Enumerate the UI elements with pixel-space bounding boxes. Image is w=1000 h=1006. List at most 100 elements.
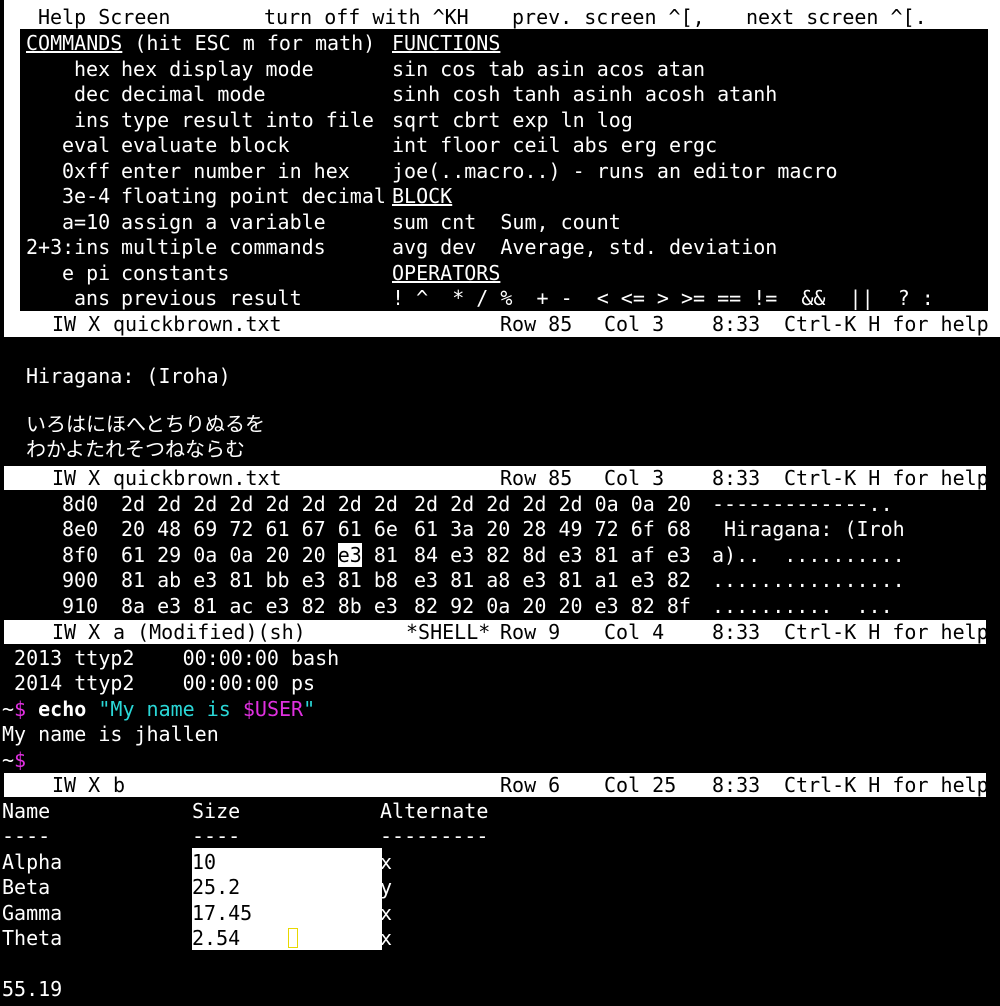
- hiragana-line-2: わかよたれそつねならむ: [26, 437, 245, 461]
- hex-ascii: .......... ...: [712, 594, 893, 618]
- hiragana-line-1: いろはにほへとちりぬるを: [26, 412, 265, 436]
- text-cursor: [288, 928, 298, 948]
- status-time: 8:33: [712, 466, 761, 490]
- function-line: sinh cosh tanh asinh acosh atanh: [392, 82, 778, 106]
- prompt-dollar: $: [14, 697, 27, 721]
- table-cell-alt: x: [380, 926, 393, 950]
- terminal-screen: Help Screen turn off with ^KH prev. scre…: [0, 0, 1000, 1006]
- status-filename: b: [113, 773, 126, 797]
- shell-command: echo: [38, 697, 87, 721]
- hex-bytes: 81 ab e3 81 bb e3 81 b8: [121, 568, 398, 592]
- shell-output: My name is jhallen: [2, 722, 219, 746]
- table-cell-size[interactable]: 10: [192, 850, 216, 875]
- status-flags: IW X: [52, 312, 101, 336]
- cmd-key: dec: [74, 82, 111, 106]
- cmd-desc: assign a variable: [121, 210, 326, 234]
- block-line: avg dev Average, std. deviation: [392, 235, 778, 259]
- function-line: int floor ceil abs erg ergc: [392, 133, 718, 157]
- ps-output-line: 2014 ttyp2 00:00:00 ps: [2, 671, 316, 695]
- help-title: Help Screen: [38, 5, 171, 30]
- hex-ascii: -------------..: [712, 492, 893, 516]
- hex-cursor[interactable]: e3: [337, 543, 362, 567]
- hex-address: 8d0: [62, 492, 99, 516]
- hex-bytes: 84 e3 82 8d e3 81 af e3: [414, 543, 691, 567]
- status-help-hint: Ctrl-K H for help: [784, 773, 989, 797]
- table-header-name: Name: [2, 799, 51, 823]
- help-toggle-hint: turn off with ^KH: [264, 5, 469, 30]
- status-filename: quickbrown.txt: [113, 466, 282, 490]
- cmd-desc: enter number in hex: [121, 159, 350, 183]
- status-time: 8:33: [712, 620, 761, 644]
- status-col: Col 4: [604, 620, 665, 644]
- prompt-dollar: $: [14, 748, 27, 772]
- status-bar: IW X a (Modified)(sh) *SHELL* Row 9 Col …: [4, 620, 989, 644]
- status-row: Row 85: [500, 312, 573, 336]
- status-filename: a (Modified)(sh): [113, 620, 306, 644]
- table-cell-name: Alpha: [2, 850, 63, 874]
- prompt-tilde: ~: [2, 697, 15, 721]
- cmd-desc: hex display mode: [121, 57, 314, 81]
- cmd-desc: previous result: [121, 286, 302, 310]
- function-line: sin cos tab asin acos atan: [392, 57, 706, 81]
- hex-bytes: 8a e3 81 ac e3 82 8b e3: [121, 594, 398, 618]
- cmd-key: eval: [62, 133, 111, 157]
- cmd-desc: decimal mode: [121, 82, 266, 106]
- hex-address: 8e0: [62, 517, 99, 541]
- hex-bytes: 61 29 0a 0a 20 20: [121, 543, 338, 567]
- table-divider: ---------: [380, 824, 489, 848]
- status-row: Row 6: [500, 773, 561, 797]
- status-time: 8:33: [712, 773, 761, 797]
- status-bar: IW X quickbrown.txt Row 85 Col 3 8:33 Ct…: [4, 466, 989, 490]
- table-header-size: Size: [192, 799, 241, 823]
- hex-address: 900: [62, 568, 99, 592]
- status-col: Col 3: [604, 312, 665, 336]
- hex-bytes-with-cursor[interactable]: 61 29 0a 0a 20 20 e3 81: [121, 543, 398, 568]
- function-line: sqrt cbrt exp ln log: [392, 108, 633, 132]
- cmd-desc: evaluate block: [121, 133, 290, 157]
- status-bar: IW X quickbrown.txt Row 85 Col 3 8:33 Ct…: [4, 312, 989, 336]
- cmd-key: 0xff: [62, 159, 111, 183]
- block-line: sum cnt Sum, count: [392, 210, 621, 234]
- block-header: BLOCK: [392, 184, 453, 208]
- shell-arg: "My name is: [98, 697, 243, 721]
- shell-arg-end: ": [303, 697, 316, 721]
- hex-bytes: 61 3a 20 28 49 72 6f 68: [414, 517, 691, 541]
- ps-output-line: 2013 ttyp2 00:00:00 bash: [2, 646, 340, 670]
- commands-header: COMMANDS: [26, 31, 123, 55]
- table-header-alternate: Alternate: [380, 799, 489, 823]
- hex-ascii: a).. ..........: [712, 543, 905, 567]
- hex-bytes: 2d 2d 2d 2d 2d 0a 0a 20: [414, 492, 691, 516]
- operators-header: OPERATORS: [392, 261, 501, 285]
- table-cell-size[interactable]: 25.2: [192, 875, 240, 900]
- help-next-hint[interactable]: next screen ^[.: [746, 5, 927, 30]
- status-flags: IW X: [52, 620, 101, 644]
- cmd-desc: type result into file: [121, 108, 374, 132]
- table-cell-name: Gamma: [2, 901, 63, 925]
- cmd-key: 3e-4: [62, 184, 111, 208]
- status-col: Col 3: [604, 466, 665, 490]
- cmd-key: ins: [74, 108, 111, 132]
- status-row: Row 9: [500, 620, 561, 644]
- hex-bytes: 82 92 0a 20 20 e3 82 8f: [414, 594, 691, 618]
- table-cell-size[interactable]: 2.54: [192, 926, 240, 951]
- table-cell-size[interactable]: 17.45: [192, 901, 252, 926]
- status-row: Row 85: [500, 466, 573, 490]
- operators-line: ! ^ * / % + - < <= > >= == != && || ? :: [392, 286, 934, 310]
- cmd-key: e pi: [62, 261, 111, 285]
- table-divider: ----: [192, 824, 241, 848]
- table-cell-alt: x: [380, 850, 393, 874]
- cmd-key: 2+3:ins: [26, 235, 111, 259]
- help-prev-hint[interactable]: prev. screen ^[,: [512, 5, 705, 30]
- table-cell-name: Theta: [2, 926, 63, 950]
- cmd-key: hex: [74, 57, 111, 81]
- status-flags: IW X: [52, 773, 101, 797]
- cmd-key: a=10: [62, 210, 111, 234]
- table-divider: ----: [2, 824, 51, 848]
- hex-bytes: e3 81 a8 e3 81 a1 e3 82: [414, 568, 691, 592]
- commands-header-suffix: (hit ESC m for math): [122, 31, 376, 55]
- sum-result: 55.19: [2, 977, 63, 1001]
- table-cell-name: Beta: [2, 875, 51, 899]
- status-bar: IW X b Row 6 Col 25 8:33 Ctrl-K H for he…: [4, 773, 989, 797]
- shell-prompt[interactable]: ~$: [2, 748, 26, 773]
- hex-ascii: ................: [712, 568, 905, 592]
